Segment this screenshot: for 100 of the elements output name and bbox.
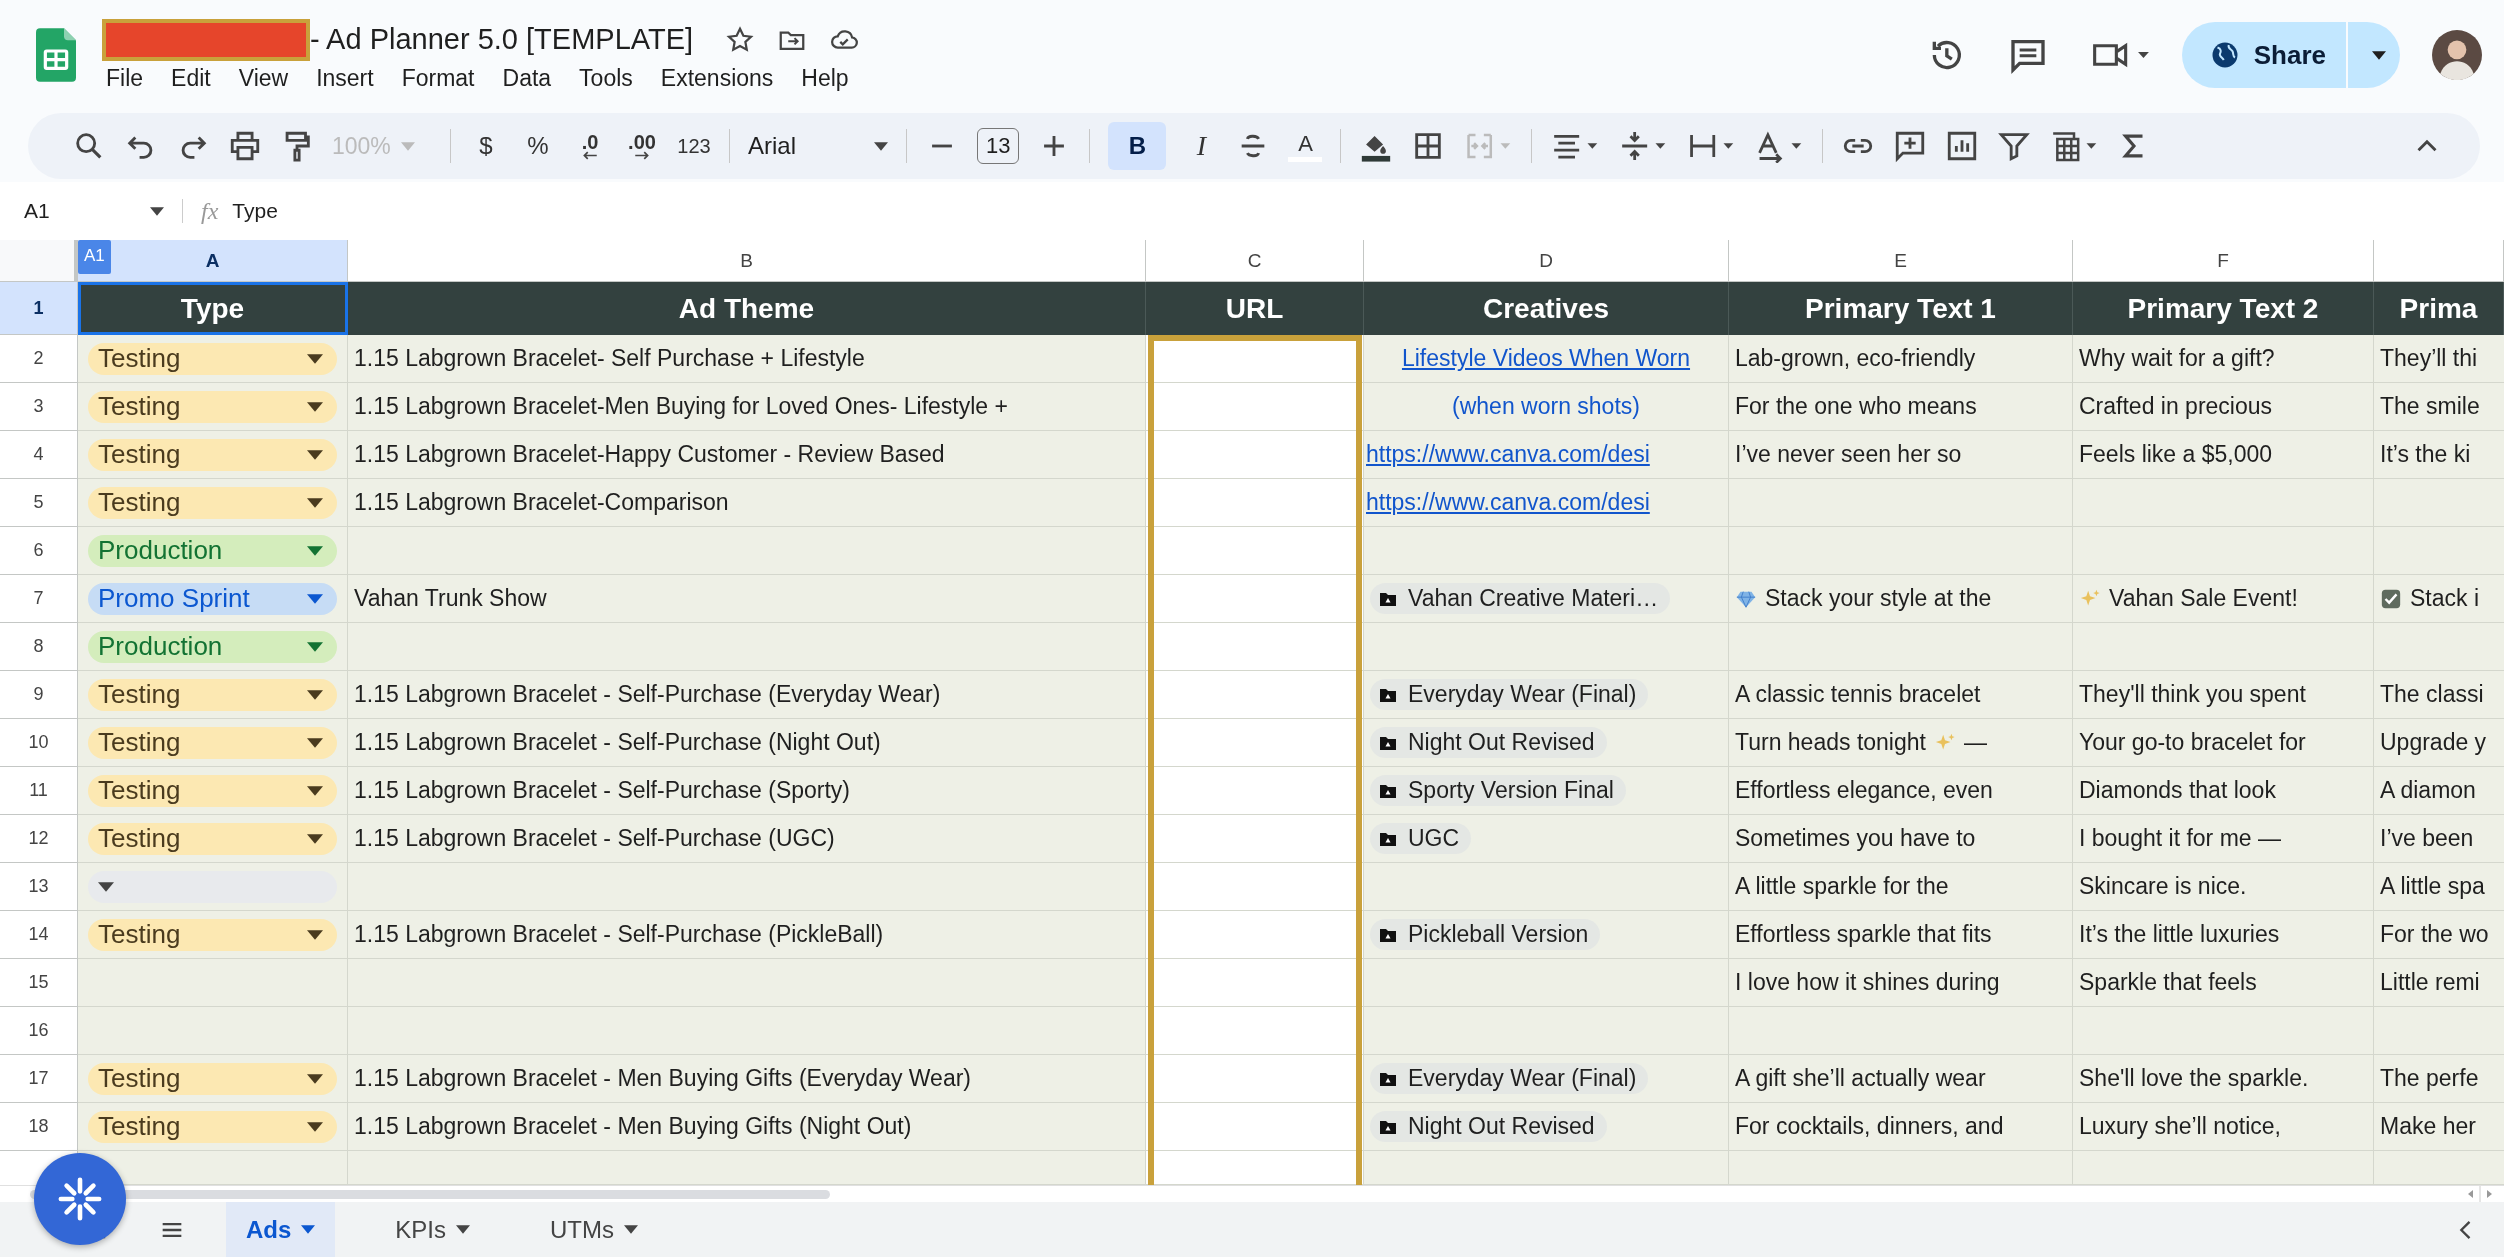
row-number[interactable]: 3 — [0, 383, 78, 431]
table-cell: For cocktails, dinners, and — [1729, 1103, 2073, 1151]
row-number[interactable]: 13 — [0, 863, 78, 911]
menu-item[interactable]: Insert — [316, 64, 374, 92]
menu-item[interactable]: Format — [401, 64, 475, 92]
row-number[interactable]: 4 — [0, 431, 78, 479]
table-cell: I love how it shines during — [1729, 959, 2073, 1007]
file-chip[interactable]: Sporty Version Final — [1370, 775, 1626, 806]
status-dropdown[interactable]: Testing — [88, 390, 337, 423]
row-number[interactable]: 18 — [0, 1103, 78, 1151]
text-color-button[interactable]: A — [1288, 130, 1323, 162]
menu-item[interactable]: Edit — [171, 64, 211, 92]
table-cell: I’ve never seen her so — [1729, 431, 2073, 479]
status-dropdown[interactable]: Testing — [88, 678, 337, 711]
bold-button[interactable]: B — [1108, 122, 1167, 170]
row-number[interactable]: 15 — [0, 959, 78, 1007]
table-cell: 1.15 Labgrown Bracelet - Men Buying Gifts (Everyday Wear) — [348, 1055, 1146, 1103]
file-chip[interactable]: UGC — [1370, 823, 1472, 854]
link[interactable]: https://www.canva.com/desi — [1366, 441, 1650, 468]
table-cell: The classi — [2374, 671, 2504, 719]
file-chip[interactable]: Vahan Creative Materi… — [1370, 583, 1671, 614]
percent-button[interactable]: % — [521, 132, 555, 160]
decrease-decimal-button[interactable]: .0 — [573, 132, 607, 160]
link[interactable]: (when worn shots) — [1452, 393, 1640, 420]
column-header[interactable]: D — [1364, 240, 1729, 282]
status-dropdown[interactable]: Production — [88, 534, 337, 567]
row-number[interactable]: 17 — [0, 1055, 78, 1103]
increase-decimal-button[interactable]: .00 — [625, 132, 659, 160]
caret-icon — [150, 206, 164, 216]
status-dropdown[interactable]: Testing — [88, 822, 337, 855]
sheet-tab[interactable]: UTMs — [530, 1202, 658, 1257]
print-icon[interactable] — [228, 129, 262, 163]
table-cell: Vahan Trunk Show — [348, 575, 1146, 623]
table-cell: I’ve been — [2374, 815, 2504, 863]
row-number[interactable]: 14 — [0, 911, 78, 959]
row-number[interactable]: 8 — [0, 623, 78, 671]
status-dropdown[interactable]: Testing — [88, 342, 337, 375]
link[interactable]: Lifestyle Videos When Worn — [1401, 345, 1691, 372]
row-number[interactable]: 5 — [0, 479, 78, 527]
menu-item[interactable]: Tools — [579, 64, 633, 92]
font-size-field[interactable]: 13 — [977, 128, 1020, 164]
file-chip[interactable]: Night Out Revised — [1370, 727, 1607, 758]
share-button[interactable]: Share — [2181, 22, 2346, 88]
sheet-tab[interactable]: Ads — [226, 1202, 336, 1257]
status-dropdown[interactable]: Testing — [88, 438, 337, 471]
menu-item[interactable]: Help — [801, 64, 849, 92]
caret-icon — [400, 141, 415, 151]
column-header[interactable]: E — [1729, 240, 2073, 282]
column-header[interactable]: C — [1146, 240, 1364, 282]
link[interactable]: https://www.canva.com/desi — [1366, 489, 1650, 516]
table-cell: A diamon — [2374, 767, 2504, 815]
cell-text: Vahan Sale Event! — [2109, 585, 2298, 612]
file-chip[interactable]: Night Out Revised — [1370, 1111, 1607, 1142]
row-number[interactable]: 9 — [0, 671, 78, 719]
row-number[interactable]: 10 — [0, 719, 78, 767]
status-dropdown[interactable]: Testing — [88, 774, 337, 807]
avatar-icon[interactable] — [2432, 30, 2482, 80]
sheet-tab[interactable]: KPIs — [375, 1202, 491, 1257]
row-number[interactable]: 16 — [0, 1007, 78, 1055]
status-dropdown[interactable]: Testing — [88, 1110, 337, 1143]
italic-button[interactable]: I — [1184, 130, 1219, 162]
number-format-button[interactable]: 123 — [677, 134, 711, 158]
file-chip[interactable]: Pickleball Version — [1370, 919, 1601, 950]
file-chip[interactable]: Everyday Wear (Final) — [1370, 679, 1649, 710]
status-dropdown[interactable]: Testing — [88, 918, 337, 951]
status-dropdown[interactable]: Testing — [88, 726, 337, 759]
caret-icon — [456, 1225, 471, 1234]
row-number[interactable]: 12 — [0, 815, 78, 863]
document-title[interactable]: - Ad Planner 5.0 [TEMPLATE] — [310, 23, 694, 56]
status-dropdown[interactable]: Production — [88, 630, 337, 663]
table-cell: A classic tennis bracelet — [1729, 671, 2073, 719]
column-header[interactable]: F — [2073, 240, 2374, 282]
table-cell: Little remi — [2374, 959, 2504, 1007]
sheets-logo-icon[interactable] — [36, 28, 76, 82]
row-number[interactable]: 6 — [0, 527, 78, 575]
file-chip[interactable]: Everyday Wear (Final) — [1370, 1063, 1649, 1094]
menu-item[interactable]: Data — [502, 64, 552, 92]
row-number[interactable]: 2 — [0, 335, 78, 383]
name-box[interactable]: A1 — [24, 199, 183, 223]
row-number[interactable]: 7 — [0, 575, 78, 623]
table-cell: A little sparkle for the — [1729, 863, 2073, 911]
status-dropdown[interactable]: Testing — [88, 1062, 337, 1095]
table-cell: 1.15 Labgrown Bracelet - Self-Purchase (Sporty) — [348, 767, 1146, 815]
formula-field[interactable]: Type — [232, 199, 278, 223]
font-dropdown[interactable]: Arial — [748, 132, 888, 160]
status-dropdown[interactable]: Promo Sprint — [88, 582, 337, 615]
arrow-icon — [582, 150, 598, 160]
menu-item[interactable]: Extensions — [660, 64, 774, 92]
menu-item[interactable]: File — [106, 64, 144, 92]
currency-button[interactable]: $ — [469, 132, 503, 160]
table-cell: Why wait for a gift? — [2073, 335, 2374, 383]
menu-item[interactable]: View — [238, 64, 289, 92]
status-dropdown[interactable]: Testing — [88, 486, 337, 519]
column-header[interactable]: B — [348, 240, 1146, 282]
row-number[interactable]: 11 — [0, 767, 78, 815]
caret-icon — [307, 1121, 323, 1132]
table-cell: Sometimes you have to — [1729, 815, 2073, 863]
row-number[interactable]: 1 — [0, 282, 78, 335]
table-cell: Lab-grown, eco-friendly — [1729, 335, 2073, 383]
scrollbar-thumb[interactable] — [30, 1189, 830, 1199]
